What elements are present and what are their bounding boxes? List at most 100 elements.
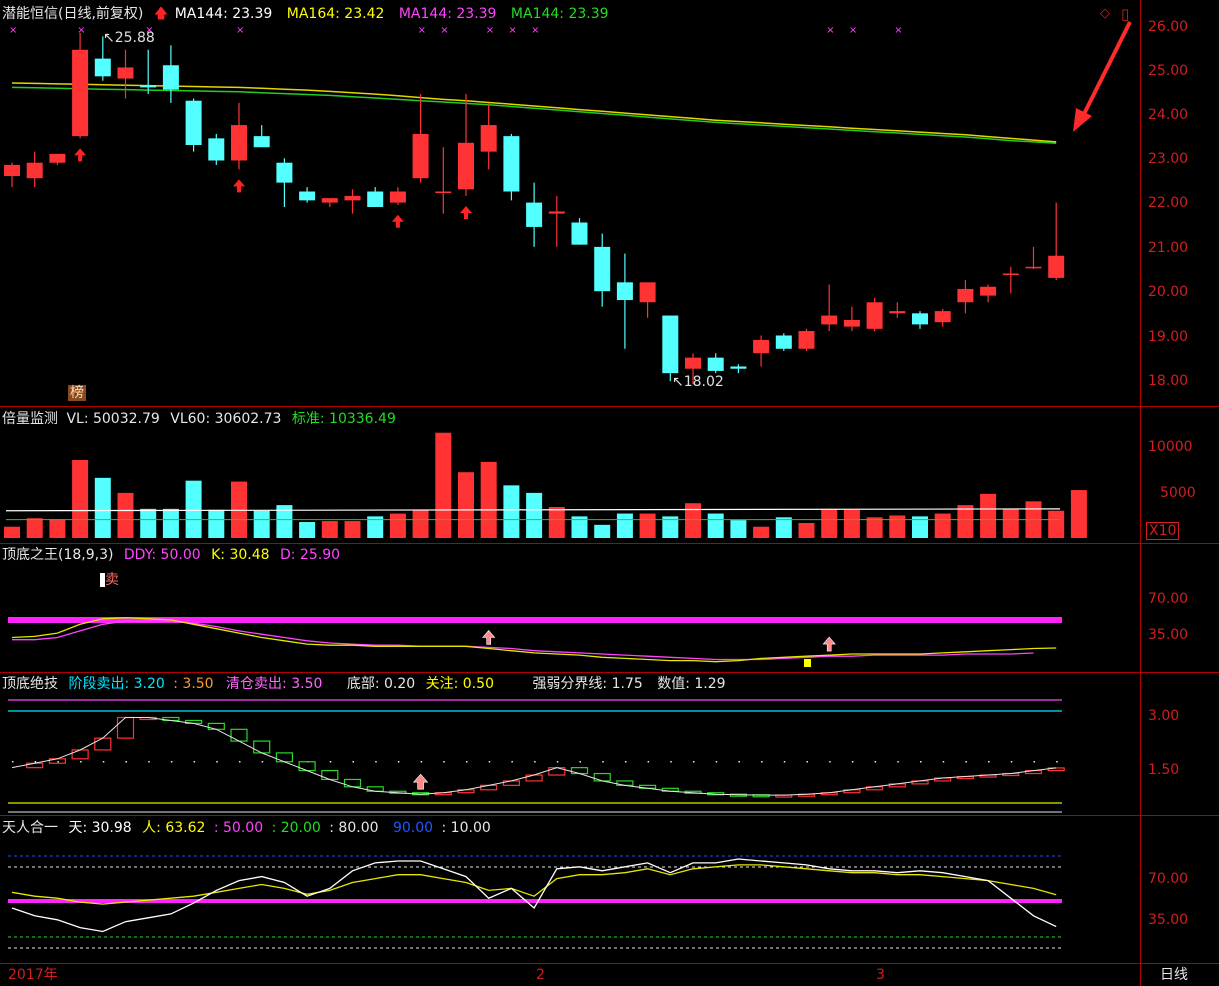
candle-body [185, 100, 202, 145]
tr-title[interactable]: 天人合一 [2, 820, 58, 836]
volume-bar [72, 459, 89, 538]
volume-bar [866, 517, 883, 538]
divide-dot [466, 761, 468, 763]
ma144-line [11, 86, 1057, 144]
tech-title[interactable]: 顶底绝技 [2, 676, 58, 692]
kdj-tick: 35.00 [1148, 627, 1189, 643]
stage-sell: 阶段卖出: 3.20 [68, 676, 165, 692]
candle-body [231, 125, 247, 161]
divide-dot [511, 761, 513, 763]
price-tick: 20.00 [1148, 284, 1189, 300]
divide-dot [783, 761, 786, 763]
tr-v4: 90.00 [392, 820, 434, 836]
volume-bar [730, 520, 747, 538]
tech-box [343, 778, 362, 788]
divide-dot [897, 761, 899, 763]
divide-dot [647, 761, 650, 763]
buy-arrow-icon [412, 773, 429, 790]
clear-sell: 清仓卖出: 3.50 [226, 676, 323, 692]
tech-box [593, 772, 611, 782]
volume-bar [162, 508, 179, 538]
candle-body [4, 164, 20, 177]
top-marker: × [826, 25, 834, 36]
divide-dot [261, 761, 264, 763]
price-tick: 24.00 [1148, 107, 1189, 123]
top-marker: × [418, 25, 426, 36]
price-tick: 19.00 [1148, 329, 1189, 345]
volume-bar [616, 513, 633, 538]
volume-bar [526, 492, 543, 538]
low-price-label: ↖18.02 [672, 374, 724, 390]
price-tick: 25.00 [1148, 63, 1189, 79]
top-marker: × [508, 25, 516, 36]
volume-bar [140, 508, 157, 538]
candle-body [980, 286, 997, 296]
candle-body [162, 65, 179, 90]
volume-bar [639, 513, 656, 538]
volume-bar [185, 480, 202, 538]
candle-body [821, 315, 838, 325]
tian-line [11, 858, 1057, 933]
buy-arrow-icon [74, 148, 87, 162]
volume-bar [753, 526, 770, 538]
volume-unit: X10 [1146, 522, 1180, 540]
volume-bar [94, 477, 111, 538]
rank-tag[interactable]: 榜 [68, 385, 86, 401]
divide-dot [488, 761, 491, 763]
volume-bar [503, 485, 520, 538]
tian-value: 天: 30.98 [68, 820, 132, 836]
volume-bar [480, 461, 497, 538]
volume-bar [889, 515, 906, 538]
divide-dot [239, 761, 241, 763]
divide-dot [942, 761, 945, 763]
top-marker: × [486, 25, 494, 36]
tr-v5: : 10.00 [441, 820, 491, 836]
diamond-icon[interactable]: ◇ [1100, 6, 1110, 21]
divide-dot [602, 761, 604, 763]
volume-bar [49, 519, 66, 538]
candle-body [299, 191, 316, 201]
candle-body [730, 366, 747, 369]
candle-body [866, 302, 883, 329]
divide-dot [806, 761, 808, 763]
panel-divider [0, 815, 1219, 816]
sell-text: 卖 [105, 572, 119, 588]
volume-title[interactable]: 倍量监测 [2, 411, 58, 427]
vl-value: VL: 50032.79 [66, 411, 160, 427]
candle-body [889, 311, 906, 314]
up-arrow-icon: 🡅 [153, 6, 169, 22]
square-icon[interactable]: ▯ [1121, 5, 1129, 23]
divide-dot [420, 761, 423, 763]
volume-bar [389, 513, 406, 538]
tech-box [525, 774, 543, 782]
top-marker: × [894, 25, 902, 36]
stock-chart[interactable]: × × × × × × × × × × × × [0, 0, 1219, 986]
panel-divider [0, 543, 1219, 544]
k-value: K: 30.48 [211, 547, 270, 563]
candle-body [957, 288, 974, 303]
candle-body [480, 125, 497, 152]
divide-dot [397, 761, 400, 763]
period-label[interactable]: 日线 [1160, 967, 1188, 983]
candle-body [435, 191, 452, 194]
tr-v3: : 80.00 [329, 820, 379, 836]
price-tick: 21.00 [1148, 240, 1189, 256]
candle-body [934, 311, 951, 323]
candle-body [548, 211, 565, 214]
stock-title[interactable]: 潜能恒信(日线,前复权) [2, 6, 143, 22]
bottom-value: 底部: 0.20 [346, 676, 416, 692]
volume-bar [1048, 510, 1065, 538]
volume-bar [412, 509, 429, 538]
buy-arrow-icon [391, 214, 404, 228]
kdj-title[interactable]: 顶底之王(18,9,3) [2, 547, 113, 563]
divide-dot [125, 761, 127, 763]
divide-dot [1056, 761, 1058, 763]
divide-dot [851, 761, 854, 763]
tr-tick: 35.00 [1148, 912, 1189, 928]
volume-tick: 5000 [1160, 485, 1196, 501]
axis-divider [1140, 0, 1141, 986]
candle-body [912, 313, 928, 325]
candle-body [208, 138, 225, 161]
price-tick: 23.00 [1148, 151, 1189, 167]
candle-body [389, 191, 406, 203]
